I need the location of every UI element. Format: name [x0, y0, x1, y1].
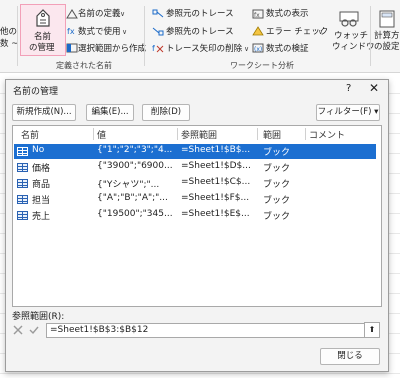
table-icon — [17, 211, 28, 220]
chevron-down-icon[interactable]: ∨ — [318, 27, 323, 37]
collapse-dialog-icon[interactable]: ⬆ — [364, 322, 380, 338]
remove-arrows-button[interactable]: トレース矢印の削除 — [166, 44, 242, 54]
formula-auditing-group-label: ワークシート分析 — [230, 61, 294, 70]
calc-options-label-1: 計算方 — [374, 31, 400, 41]
row-value: {"1";"2";"3";"4... — [97, 145, 173, 155]
row-refers: =Sheet1!$C$... — [181, 177, 251, 187]
row-value: {"19500";"345... — [97, 209, 173, 219]
svg-text:(x): (x) — [254, 46, 262, 53]
calc-options-label-2: の設定 — [374, 42, 400, 52]
use-in-formula-button[interactable]: 数式で使用 — [78, 27, 121, 37]
show-formulas-icon: fx — [252, 9, 264, 19]
dialog-title: 名前の管理 — [13, 87, 59, 97]
close-button[interactable]: 閉じる — [320, 348, 380, 365]
chevron-down-icon[interactable]: ∨ — [122, 27, 127, 37]
row-value: {"A";"B";"A";"... — [97, 193, 168, 203]
ribbon-separator — [144, 6, 145, 66]
create-from-selection-button[interactable]: 選択範囲から作成 — [78, 44, 146, 54]
row-name: 担当 — [32, 196, 51, 206]
row-refers: =Sheet1!$F$... — [181, 193, 250, 203]
more-functions-label-2[interactable]: 数 ~ — [0, 39, 18, 49]
evaluate-formula-icon: (x) — [252, 43, 264, 53]
cancel-edit-icon[interactable] — [12, 324, 24, 336]
row-scope: ブック — [263, 148, 291, 158]
row-name: 売上 — [32, 212, 51, 222]
row-name: 価格 — [32, 164, 51, 174]
table-icon — [17, 179, 28, 188]
svg-text:fx: fx — [254, 12, 260, 19]
column-header-name[interactable]: 名前 — [21, 128, 39, 141]
confirm-edit-icon[interactable] — [28, 324, 40, 336]
calculator-icon — [379, 10, 395, 28]
glasses-icon — [339, 11, 359, 27]
row-scope: ブック — [263, 180, 291, 190]
trace-dependents-icon — [152, 27, 164, 36]
column-header-scope[interactable]: 範囲 — [263, 128, 281, 141]
help-icon[interactable]: ? — [346, 83, 351, 94]
column-header-refers-to[interactable]: 参照範囲 — [181, 128, 217, 141]
row-value: {"Yシャツ";"... — [97, 180, 160, 190]
more-functions-label[interactable]: 他の — [0, 27, 17, 37]
evaluate-formula-button[interactable]: 数式の検証 — [266, 44, 309, 54]
table-icon — [17, 147, 28, 156]
defined-names-group-label: 定義された名前 — [56, 61, 112, 70]
table-row[interactable]: 商品 {"Yシャツ";"... =Sheet1!$C$... ブック — [14, 176, 376, 191]
use-in-formula-icon: fx — [67, 27, 75, 36]
chevron-down-icon[interactable]: ∨ — [244, 44, 249, 54]
svg-text:f: f — [152, 44, 155, 53]
trace-precedents-icon — [152, 9, 164, 18]
create-from-selection-icon — [66, 43, 78, 53]
refers-to-input[interactable]: =Sheet1!$B$3:$B$12 — [46, 323, 365, 338]
watch-window-label-1: ウォッチ — [334, 31, 369, 41]
refers-to-label: 参照範囲(R): — [12, 312, 65, 322]
define-name-button[interactable]: 名前の定義 — [78, 9, 121, 19]
trace-dependents-button[interactable]: 参照先のトレース — [166, 27, 234, 37]
svg-text:fx: fx — [67, 27, 75, 36]
row-scope: ブック — [263, 196, 291, 206]
table-row[interactable]: No {"1";"2";"3";"4... =Sheet1!$B$... ブック — [14, 144, 376, 159]
filter-button[interactable]: フィルター(F) ▾ — [316, 104, 380, 121]
names-list[interactable]: 名前 値 参照範囲 範囲 コメント No {"1";"2";"3";"4... … — [12, 125, 382, 307]
row-refers: =Sheet1!$B$... — [181, 145, 251, 155]
delete-button[interactable]: 削除(D) — [142, 104, 190, 121]
watch-window-label-2: ウィンドウ — [332, 42, 375, 52]
ribbon-separator — [17, 6, 18, 66]
table-row[interactable]: 価格 {"3900";"6900... =Sheet1!$D$... ブック — [14, 160, 376, 175]
watch-window-button[interactable]: ウォッチ ウィンドウ — [332, 8, 375, 54]
name-tag-icon — [36, 9, 50, 27]
row-name: 商品 — [32, 180, 51, 190]
table-row[interactable]: 担当 {"A";"B";"A";"... =Sheet1!$F$... ブック — [14, 192, 376, 207]
row-refers: =Sheet1!$D$... — [181, 161, 251, 171]
ribbon-separator — [370, 6, 371, 66]
table-icon — [17, 195, 28, 204]
table-icon — [17, 163, 28, 172]
close-icon[interactable]: ✕ — [369, 81, 379, 95]
row-scope: ブック — [263, 212, 291, 222]
remove-arrows-icon: f — [152, 44, 164, 53]
edit-button[interactable]: 編集(E)... — [86, 104, 134, 121]
chevron-down-icon[interactable]: ∨ — [120, 9, 125, 19]
column-header-comment[interactable]: コメント — [309, 128, 345, 141]
name-manager-label-2: の管理 — [29, 43, 55, 53]
row-name: No — [32, 145, 45, 155]
name-manager-label-1: 名前 — [34, 32, 52, 42]
row-refers: =Sheet1!$E$... — [181, 209, 250, 219]
trace-precedents-button[interactable]: 参照元のトレース — [166, 9, 234, 19]
table-row[interactable]: 売上 {"19500";"345... =Sheet1!$E$... ブック — [14, 208, 376, 223]
show-formulas-button[interactable]: 数式の表示 — [266, 9, 309, 19]
row-scope: ブック — [263, 164, 291, 174]
error-checking-icon — [252, 26, 264, 36]
calculation-options-button[interactable]: 計算方 の設定 — [374, 8, 400, 54]
name-manager-dialog: 名前の管理 ? ✕ 新規作成(N)... 編集(E)... 削除(D) フィルタ… — [5, 79, 389, 372]
new-button[interactable]: 新規作成(N)... — [12, 104, 76, 121]
column-header-value[interactable]: 値 — [97, 128, 106, 141]
row-value: {"3900";"6900... — [97, 161, 173, 171]
name-manager-button[interactable]: 名前 の管理 — [20, 4, 66, 56]
ribbon: 他の 数 ~ 名前 の管理 名前の定義 ∨ fx 数式で使用 ∨ 選択範囲から作… — [0, 0, 400, 73]
define-name-icon — [66, 9, 78, 19]
